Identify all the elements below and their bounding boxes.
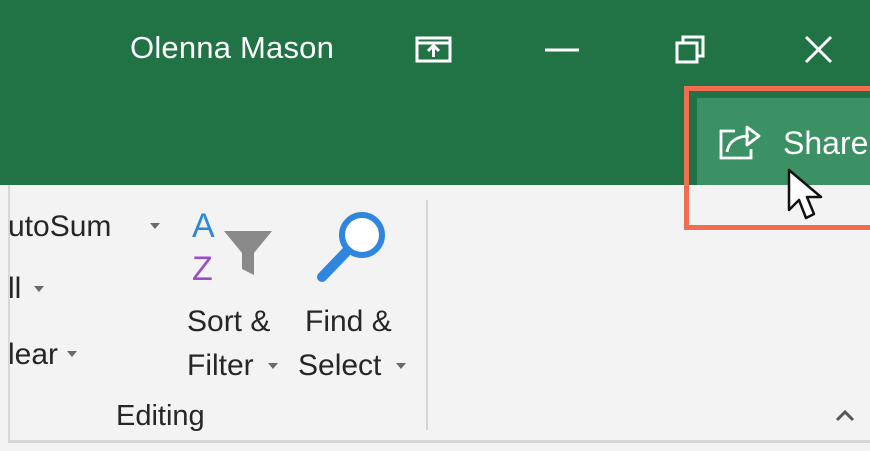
fill-label: ll <box>8 272 22 305</box>
svg-text:Z: Z <box>192 250 213 285</box>
user-name[interactable]: Olenna Mason <box>130 30 334 66</box>
find-select-label-line2: Select <box>298 349 382 382</box>
restore-icon <box>675 35 705 64</box>
ribbon-display-options-button[interactable] <box>410 24 458 76</box>
collapse-ribbon-button[interactable] <box>833 405 857 425</box>
share-button[interactable]: Share <box>697 98 870 185</box>
autosum-label: utoSum <box>8 210 112 243</box>
share-icon <box>719 125 761 160</box>
magnifier-icon <box>317 212 385 282</box>
title-bar: Olenna Mason Share <box>0 0 870 185</box>
close-icon <box>804 35 833 64</box>
svg-text:A: A <box>192 207 215 245</box>
minimize-button[interactable] <box>539 24 587 76</box>
sort-filter-dropdown-caret[interactable] <box>268 363 278 369</box>
find-select-label-line1: Find & <box>305 305 392 338</box>
close-button[interactable] <box>796 24 844 76</box>
fill-dropdown-caret[interactable] <box>34 286 44 292</box>
share-label: Share <box>783 125 869 161</box>
sort-filter-icon: A Z <box>192 207 272 285</box>
editing-group-label: Editing <box>116 400 205 432</box>
chevron-up-icon <box>835 409 855 422</box>
restore-button[interactable] <box>666 24 714 76</box>
autosum-dropdown-caret[interactable] <box>150 223 160 229</box>
ribbon-bottom-border <box>8 440 870 443</box>
sort-filter-label-line2: Filter <box>187 349 254 382</box>
sort-filter-label-line1: Sort & <box>187 305 271 338</box>
minimize-icon <box>545 48 579 52</box>
group-separator <box>426 200 428 430</box>
find-select-dropdown-caret[interactable] <box>396 363 406 369</box>
clear-dropdown-caret[interactable] <box>67 351 77 357</box>
clear-label: lear <box>8 338 59 371</box>
ribbon-display-options-icon <box>415 36 452 63</box>
